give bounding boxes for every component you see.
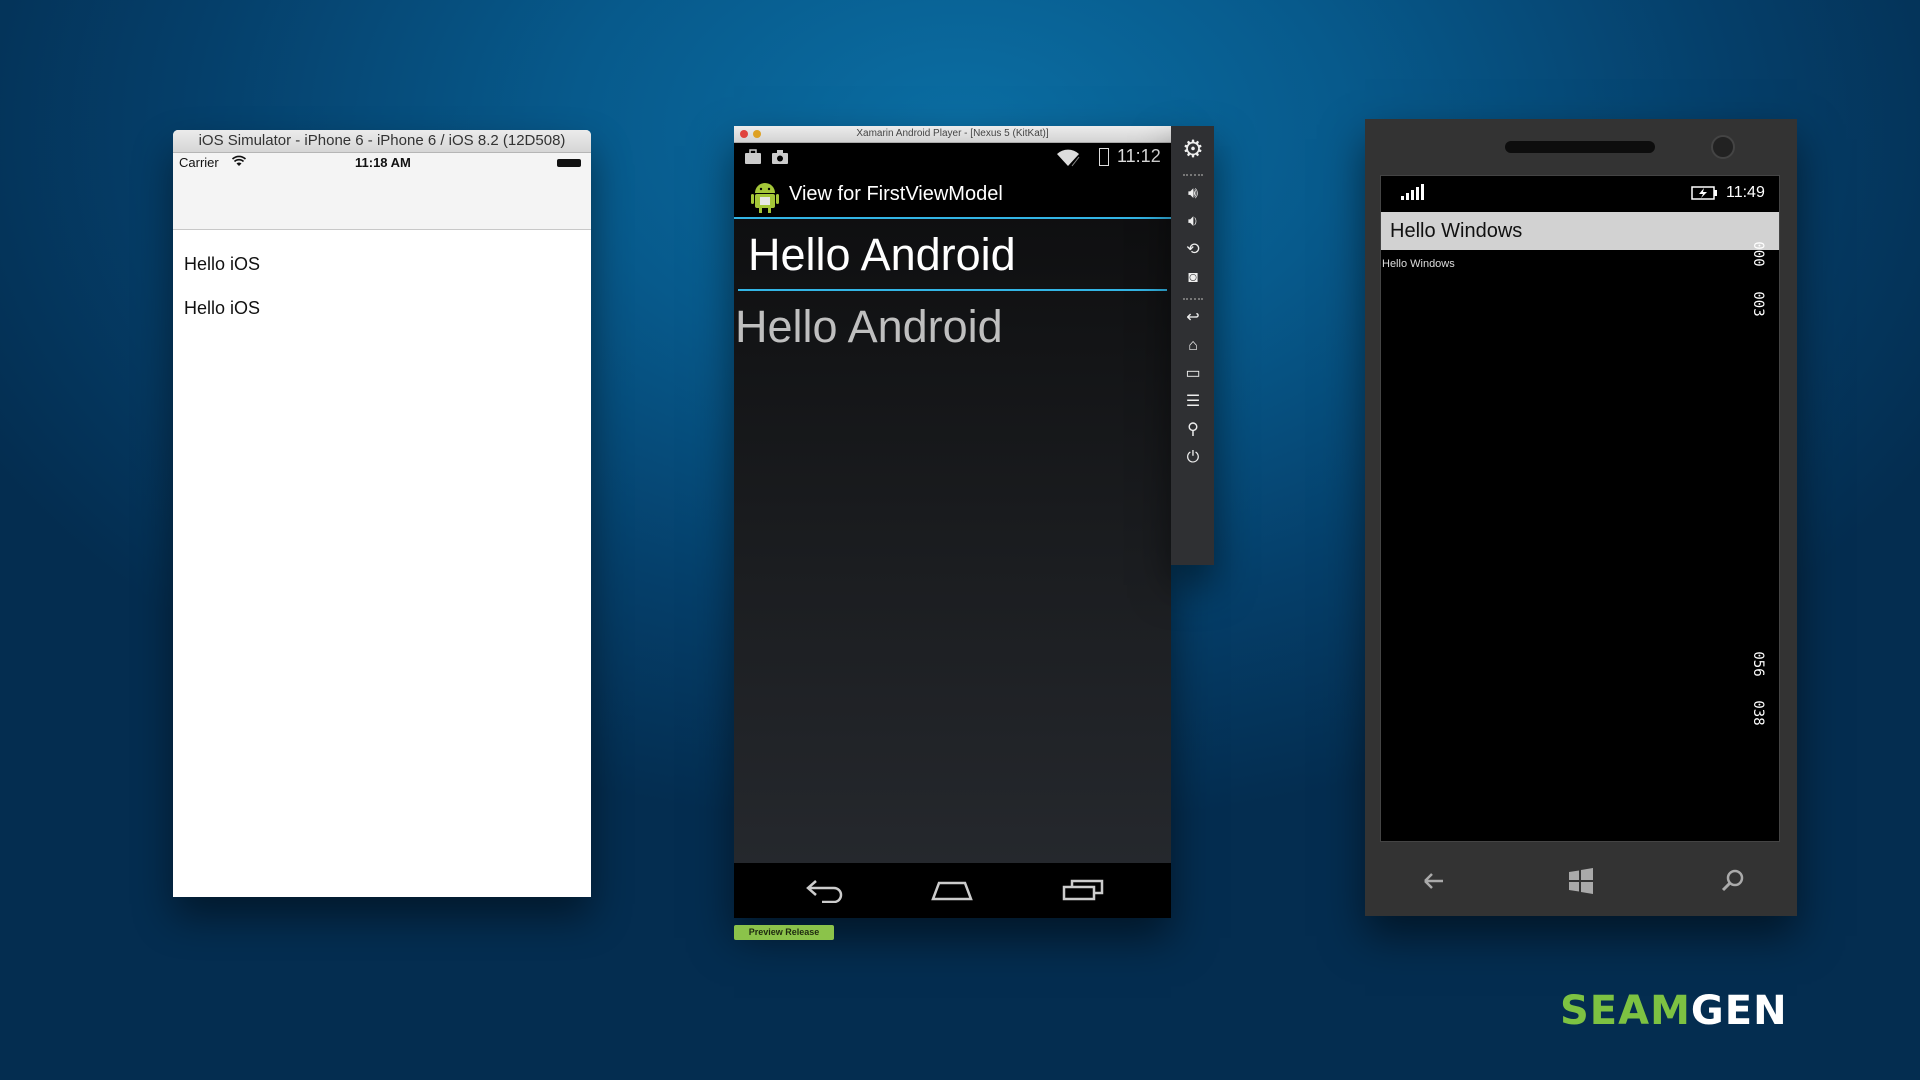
frame-rate-counter: 038 <box>1750 700 1766 726</box>
android-player-toolbar: ⚙ 🔊︎ 🔉︎ ⟲ ◙ ↩ ⌂ ▭ ☰ ⚲ ⏻ <box>1171 126 1214 565</box>
android-window-title: Xamarin Android Player - [Nexus 5 (KitKa… <box>856 128 1049 139</box>
signal-strength-icon <box>1401 184 1425 205</box>
logo-text-seam: SEAM <box>1560 988 1691 1034</box>
search-icon[interactable]: ⚲ <box>1182 420 1204 440</box>
windows-start-icon[interactable] <box>1561 861 1601 901</box>
logo-text-gen: GEN <box>1690 988 1788 1034</box>
battery-charging-icon <box>1691 186 1719 205</box>
frame-rate-counter: 000 <box>1750 241 1766 267</box>
battery-icon <box>557 159 581 167</box>
wifi-icon <box>1056 149 1080 172</box>
wifi-icon <box>231 154 247 171</box>
search-icon[interactable] <box>1713 861 1753 901</box>
carrier-label: Carrier <box>179 155 219 170</box>
android-navigation-bar <box>734 863 1171 918</box>
frame-rate-counter: 056 <box>1750 651 1766 677</box>
home-icon[interactable]: ⌂ <box>1182 336 1204 356</box>
volume-up-icon[interactable]: 🔊︎ <box>1182 184 1204 204</box>
windows-phone-emulator: 11:49 Hello Windows Hello Windows 000 00… <box>1365 119 1797 916</box>
briefcase-icon <box>744 149 762 170</box>
camera-icon <box>771 149 789 170</box>
android-screen: 11:12 View for FirstViewModel Hello Andr… <box>734 143 1171 863</box>
screenshot-camera-icon[interactable]: ◙ <box>1182 268 1204 288</box>
android-window-titlebar[interactable]: Xamarin Android Player - [Nexus 5 (KitKa… <box>734 126 1171 143</box>
speaker-grille <box>1505 141 1655 153</box>
ios-navigation-bar <box>173 173 591 230</box>
wp-clock: 11:49 <box>1726 184 1765 201</box>
android-clock: 11:12 <box>1117 146 1161 166</box>
wp-page-header: Hello Windows <box>1381 212 1779 250</box>
recent-apps-icon[interactable]: ▭ <box>1182 364 1204 384</box>
ios-status-bar: Carrier 11:18 AM <box>173 153 591 173</box>
back-icon[interactable]: ↩ <box>1182 308 1204 328</box>
rotate-icon[interactable]: ⟲ <box>1182 240 1204 260</box>
menu-icon[interactable]: ☰ <box>1182 392 1204 412</box>
ios-content: Hello iOS Hello iOS <box>173 230 591 358</box>
toolbar-divider <box>1183 298 1203 300</box>
android-status-bar: 11:12 <box>734 143 1171 173</box>
volume-down-icon[interactable]: 🔉︎ <box>1182 212 1204 232</box>
frame-rate-counter: 003 <box>1750 291 1766 317</box>
minimize-window-button[interactable] <box>753 130 761 138</box>
ios-clock: 11:18 AM <box>355 155 411 170</box>
back-icon[interactable] <box>804 877 846 908</box>
back-arrow-icon[interactable] <box>1413 861 1453 901</box>
wp-body-text: Hello Windows <box>1382 258 1455 270</box>
front-camera-icon <box>1711 135 1735 159</box>
ios-label-2: Hello iOS <box>184 298 261 318</box>
toolbar-divider <box>1183 174 1203 176</box>
home-icon[interactable] <box>931 877 973 906</box>
battery-icon <box>1099 148 1109 166</box>
android-app-icon <box>749 179 781 219</box>
settings-gear-icon[interactable]: ⚙ <box>1182 138 1204 162</box>
hello-textview: Hello Android <box>735 301 1003 352</box>
android-player-window: Xamarin Android Player - [Nexus 5 (KitKa… <box>734 126 1171 918</box>
ios-label-1: Hello iOS <box>184 254 261 274</box>
wp-status-bar: 11:49 <box>1381 176 1779 212</box>
android-action-bar: View for FirstViewModel <box>734 173 1171 219</box>
ios-window-title[interactable]: iOS Simulator - iPhone 6 - iPhone 6 / iO… <box>173 130 591 153</box>
ios-simulator-window: iOS Simulator - iPhone 6 - iPhone 6 / iO… <box>173 130 591 897</box>
seamgen-logo: SEAMGEN <box>1560 988 1788 1034</box>
hello-edittext[interactable]: Hello Android <box>738 219 1167 291</box>
recent-apps-icon[interactable] <box>1062 877 1104 908</box>
preview-release-badge: Preview Release <box>734 925 834 940</box>
close-window-button[interactable] <box>740 130 748 138</box>
windows-phone-screen: 11:49 Hello Windows Hello Windows 000 00… <box>1380 175 1780 842</box>
android-action-bar-title: View for FirstViewModel <box>789 183 1003 205</box>
power-icon[interactable]: ⏻ <box>1182 448 1204 468</box>
